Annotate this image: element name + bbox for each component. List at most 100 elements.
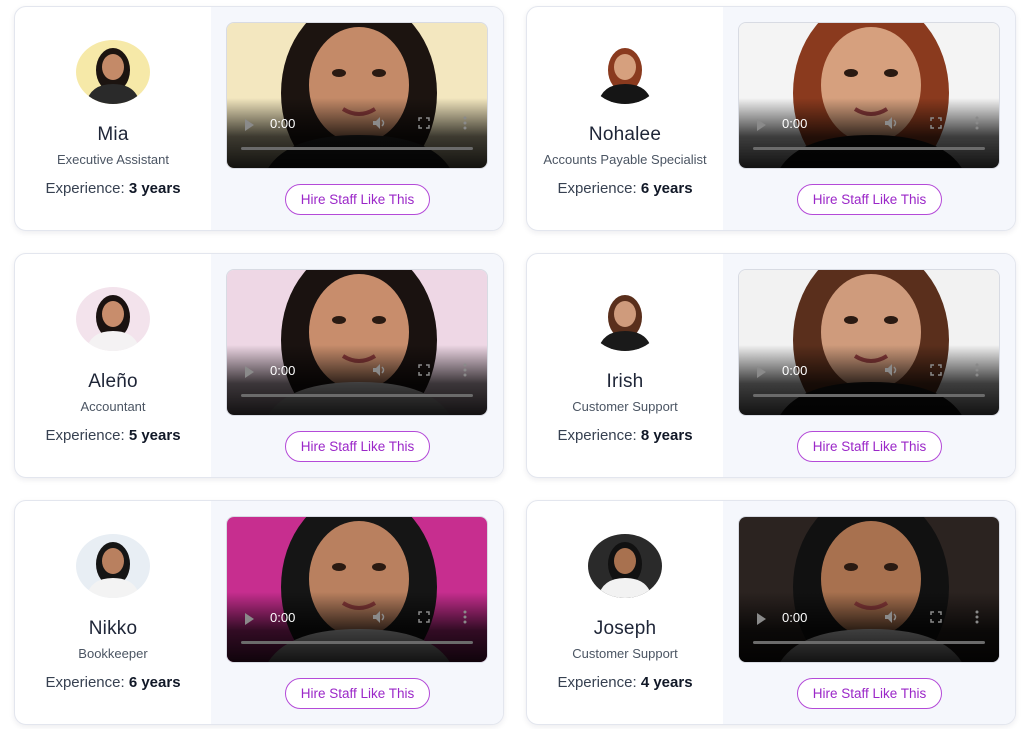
play-icon[interactable] (757, 613, 766, 625)
video-time: 0:00 (782, 610, 808, 625)
staff-experience: Experience: 3 years (45, 180, 180, 197)
video-controls: 0:00 (739, 110, 999, 168)
staff-profile: Joseph Customer Support Experience: 4 ye… (527, 501, 723, 724)
avatar-photo (76, 534, 150, 598)
avatar (76, 534, 150, 598)
video-time: 0:00 (270, 610, 296, 625)
fullscreen-icon[interactable] (930, 611, 942, 623)
experience-label: Experience: (45, 180, 125, 197)
hire-staff-button[interactable]: Hire Staff Like This (797, 431, 942, 462)
staff-experience: Experience: 6 years (45, 674, 180, 691)
staff-name: Irish (606, 371, 644, 392)
video-progress-bar[interactable] (753, 394, 985, 397)
video-progress-bar[interactable] (241, 394, 473, 397)
more-options-icon[interactable] (463, 363, 467, 377)
volume-icon[interactable] (884, 363, 898, 377)
intro-video[interactable]: 0:00 (226, 269, 488, 416)
fullscreen-icon[interactable] (418, 364, 430, 376)
video-controls: 0:00 (739, 357, 999, 415)
staff-role: Accountant (80, 399, 146, 414)
video-progress-bar[interactable] (753, 147, 985, 150)
staff-role: Accounts Payable Specialist (543, 152, 707, 167)
staff-card: Aleño Accountant Experience: 5 years 0:0… (14, 253, 504, 478)
play-icon[interactable] (757, 366, 766, 378)
staff-card: Nohalee Accounts Payable Specialist Expe… (526, 6, 1016, 231)
avatar-photo (588, 40, 662, 104)
volume-icon[interactable] (372, 610, 386, 624)
experience-value: 3 years (128, 180, 181, 197)
avatar-photo (76, 287, 150, 351)
intro-video[interactable]: 0:00 (738, 269, 1000, 416)
more-options-icon[interactable] (975, 363, 979, 377)
staff-name: Mia (97, 124, 129, 145)
avatar (588, 534, 662, 598)
staff-experience: Experience: 4 years (557, 674, 692, 691)
video-controls: 0:00 (739, 604, 999, 662)
avatar-photo (588, 534, 662, 598)
video-panel: 0:00 Hire Staff Like This (723, 7, 1015, 230)
video-progress-bar[interactable] (241, 641, 473, 644)
avatar-photo (588, 287, 662, 351)
staff-role: Customer Support (572, 399, 678, 414)
video-panel: 0:00 Hire Staff Like This (723, 254, 1015, 477)
hire-staff-button[interactable]: Hire Staff Like This (797, 678, 942, 709)
experience-value: 6 years (128, 674, 181, 691)
intro-video[interactable]: 0:00 (738, 22, 1000, 169)
hire-staff-button[interactable]: Hire Staff Like This (285, 678, 430, 709)
video-panel: 0:00 Hire Staff Like This (211, 501, 503, 724)
intro-video[interactable]: 0:00 (226, 22, 488, 169)
experience-label: Experience: (557, 427, 637, 444)
staff-card: Nikko Bookkeeper Experience: 6 years 0:0… (14, 500, 504, 725)
fullscreen-icon[interactable] (930, 117, 942, 129)
video-time: 0:00 (782, 116, 808, 131)
staff-name: Nikko (88, 618, 138, 639)
intro-video[interactable]: 0:00 (226, 516, 488, 663)
more-options-icon[interactable] (975, 116, 979, 130)
volume-icon[interactable] (372, 116, 386, 130)
volume-icon[interactable] (884, 116, 898, 130)
staff-card: Irish Customer Support Experience: 8 yea… (526, 253, 1016, 478)
experience-label: Experience: (557, 180, 637, 197)
avatar (588, 287, 662, 351)
more-options-icon[interactable] (463, 610, 467, 624)
staff-profile: Mia Executive Assistant Experience: 3 ye… (15, 7, 211, 230)
video-progress-bar[interactable] (753, 641, 985, 644)
video-time: 0:00 (782, 363, 808, 378)
staff-profile: Irish Customer Support Experience: 8 yea… (527, 254, 723, 477)
more-options-icon[interactable] (975, 610, 979, 624)
experience-value: 4 years (640, 674, 693, 691)
fullscreen-icon[interactable] (418, 117, 430, 129)
play-icon[interactable] (245, 119, 254, 131)
video-controls: 0:00 (227, 604, 487, 662)
video-panel: 0:00 Hire Staff Like This (723, 501, 1015, 724)
play-icon[interactable] (245, 366, 254, 378)
fullscreen-icon[interactable] (418, 611, 430, 623)
video-controls: 0:00 (227, 357, 487, 415)
hire-staff-button[interactable]: Hire Staff Like This (285, 184, 430, 215)
intro-video[interactable]: 0:00 (738, 516, 1000, 663)
staff-profile: Aleño Accountant Experience: 5 years (15, 254, 211, 477)
volume-icon[interactable] (372, 363, 386, 377)
play-icon[interactable] (757, 119, 766, 131)
experience-value: 6 years (640, 180, 693, 197)
staff-name: Aleño (88, 371, 138, 392)
experience-label: Experience: (557, 674, 637, 691)
video-controls: 0:00 (227, 110, 487, 168)
avatar (588, 40, 662, 104)
fullscreen-icon[interactable] (930, 364, 942, 376)
volume-icon[interactable] (884, 610, 898, 624)
staff-profile: Nikko Bookkeeper Experience: 6 years (15, 501, 211, 724)
staff-experience: Experience: 8 years (557, 427, 692, 444)
video-time: 0:00 (270, 363, 296, 378)
staff-profile: Nohalee Accounts Payable Specialist Expe… (527, 7, 723, 230)
hire-staff-button[interactable]: Hire Staff Like This (285, 431, 430, 462)
staff-name: Nohalee (588, 124, 662, 145)
more-options-icon[interactable] (463, 116, 467, 130)
video-panel: 0:00 Hire Staff Like This (211, 7, 503, 230)
video-progress-bar[interactable] (241, 147, 473, 150)
hire-staff-button[interactable]: Hire Staff Like This (797, 184, 942, 215)
play-icon[interactable] (245, 613, 254, 625)
staff-role: Bookkeeper (78, 646, 148, 661)
avatar (76, 287, 150, 351)
staff-experience: Experience: 5 years (45, 427, 180, 444)
